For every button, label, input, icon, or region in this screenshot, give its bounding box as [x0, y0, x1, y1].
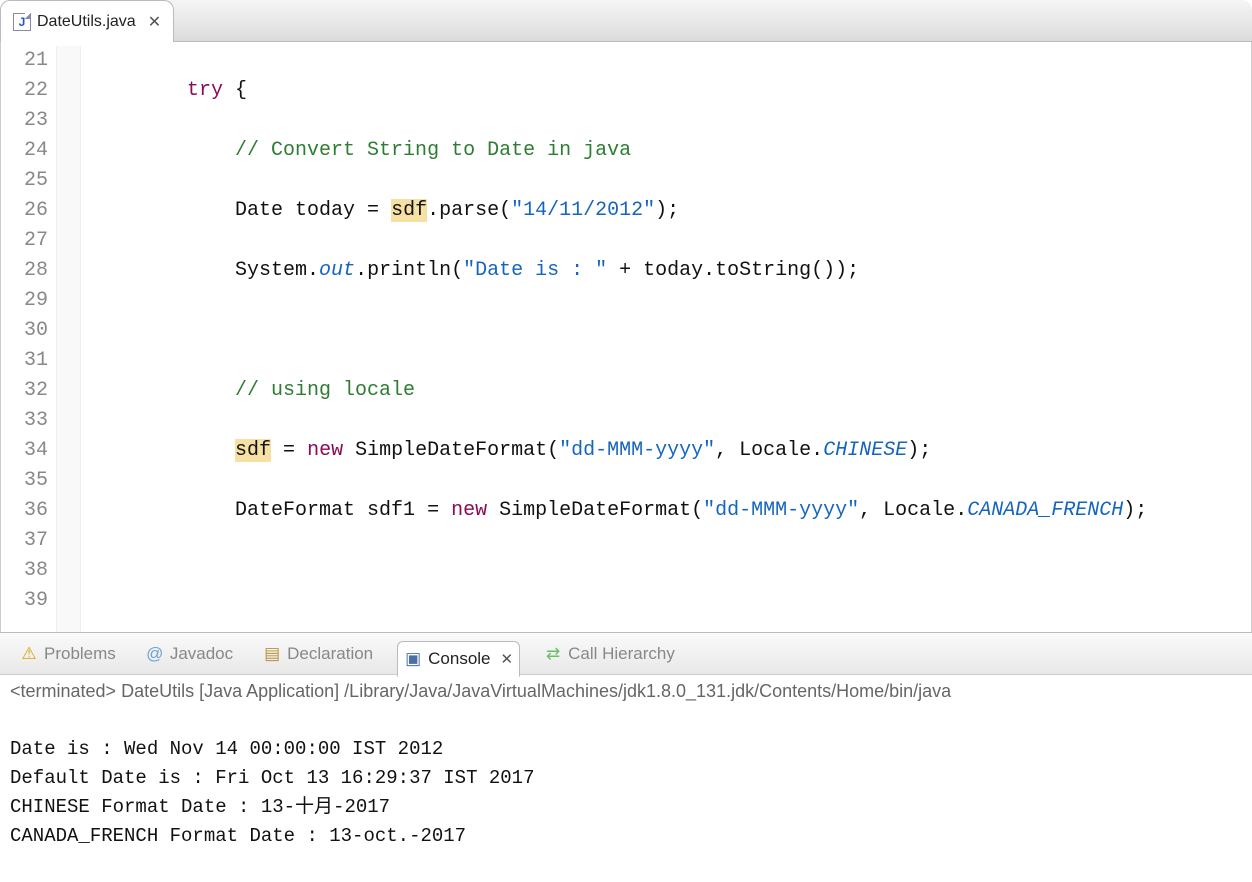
close-icon[interactable]: ✕: [148, 12, 161, 32]
line-number: 33: [1, 406, 48, 436]
tab-declaration[interactable]: ▤ Declaration: [257, 640, 379, 668]
code-line[interactable]: // using locale: [91, 376, 1251, 406]
code-line[interactable]: sdf = new SimpleDateFormat("dd-MMM-yyyy"…: [91, 436, 1251, 466]
fold-column: [57, 46, 81, 632]
tab-javadoc[interactable]: @ Javadoc: [140, 640, 239, 668]
code-area[interactable]: try { // Convert String to Date in java …: [81, 46, 1251, 632]
code-line[interactable]: [91, 616, 1251, 632]
tab-problems[interactable]: ⚠ Problems: [14, 640, 122, 668]
code-line[interactable]: DateFormat sdf1 = new SimpleDateFormat("…: [91, 496, 1251, 526]
line-number: 37: [1, 526, 48, 556]
editor-pane: J DateUtils.java ✕ 21 22 23 24 25 26 27 …: [0, 0, 1252, 632]
line-number: 39: [1, 586, 48, 616]
line-number: 32: [1, 376, 48, 406]
editor-tab-bar: J DateUtils.java ✕: [0, 0, 1252, 42]
panel-tab-bar: ⚠ Problems @ Javadoc ▤ Declaration ▣ Con…: [0, 633, 1252, 675]
line-number: 28: [1, 256, 48, 286]
java-file-icon: J: [13, 13, 31, 31]
tab-call-hierarchy[interactable]: ⇄ Call Hierarchy: [538, 640, 681, 668]
tab-label: Call Hierarchy: [568, 644, 675, 664]
line-number: 24: [1, 136, 48, 166]
tab-label: Problems: [44, 644, 116, 664]
code-line[interactable]: [91, 316, 1251, 346]
editor-tab[interactable]: J DateUtils.java ✕: [0, 0, 174, 42]
console-line: Date is : Wed Nov 14 00:00:00 IST 2012: [10, 738, 443, 760]
line-number: 36: [1, 496, 48, 526]
declaration-icon: ▤: [263, 645, 281, 663]
code-line[interactable]: System.out.println("Date is : " + today.…: [91, 256, 1251, 286]
tab-label: Declaration: [287, 644, 373, 664]
console-line: Default Date is : Fri Oct 13 16:29:37 IS…: [10, 767, 535, 789]
tab-label: Javadoc: [170, 644, 233, 664]
line-number: 30: [1, 316, 48, 346]
console-icon: ▣: [404, 650, 422, 668]
call-hierarchy-icon: ⇄: [544, 645, 562, 663]
problems-icon: ⚠: [20, 645, 38, 663]
line-number: 27: [1, 226, 48, 256]
bottom-panel: ⚠ Problems @ Javadoc ▤ Declaration ▣ Con…: [0, 632, 1252, 882]
editor-tab-label: DateUtils.java: [37, 13, 136, 31]
line-number: 31: [1, 346, 48, 376]
close-icon[interactable]: ✕: [501, 650, 514, 668]
code-line[interactable]: try {: [91, 76, 1251, 106]
code-line[interactable]: Date today = sdf.parse("14/11/2012");: [91, 196, 1251, 226]
console-line: CANADA_FRENCH Format Date : 13-oct.-2017: [10, 825, 466, 847]
line-number: 23: [1, 106, 48, 136]
line-number: 21: [1, 46, 48, 76]
line-number: 25: [1, 166, 48, 196]
code-line[interactable]: // Convert String to Date in java: [91, 136, 1251, 166]
line-number-gutter: 21 22 23 24 25 26 27 28 29 30 31 32 33 3…: [1, 46, 57, 632]
line-number: 29: [1, 286, 48, 316]
line-number: 34: [1, 436, 48, 466]
tab-console[interactable]: ▣ Console ✕: [397, 641, 520, 677]
line-number: 35: [1, 466, 48, 496]
console-header: <terminated> DateUtils [Java Application…: [0, 675, 1252, 704]
line-number: 22: [1, 76, 48, 106]
code-editor[interactable]: 21 22 23 24 25 26 27 28 29 30 31 32 33 3…: [0, 42, 1252, 632]
tab-label: Console: [428, 649, 490, 669]
console-line: CHINESE Format Date : 13-十月-2017: [10, 796, 390, 818]
line-number: 38: [1, 556, 48, 586]
line-number: 26: [1, 196, 48, 226]
javadoc-icon: @: [146, 645, 164, 663]
code-line[interactable]: [91, 556, 1251, 586]
console-output[interactable]: Date is : Wed Nov 14 00:00:00 IST 2012 D…: [0, 704, 1252, 882]
